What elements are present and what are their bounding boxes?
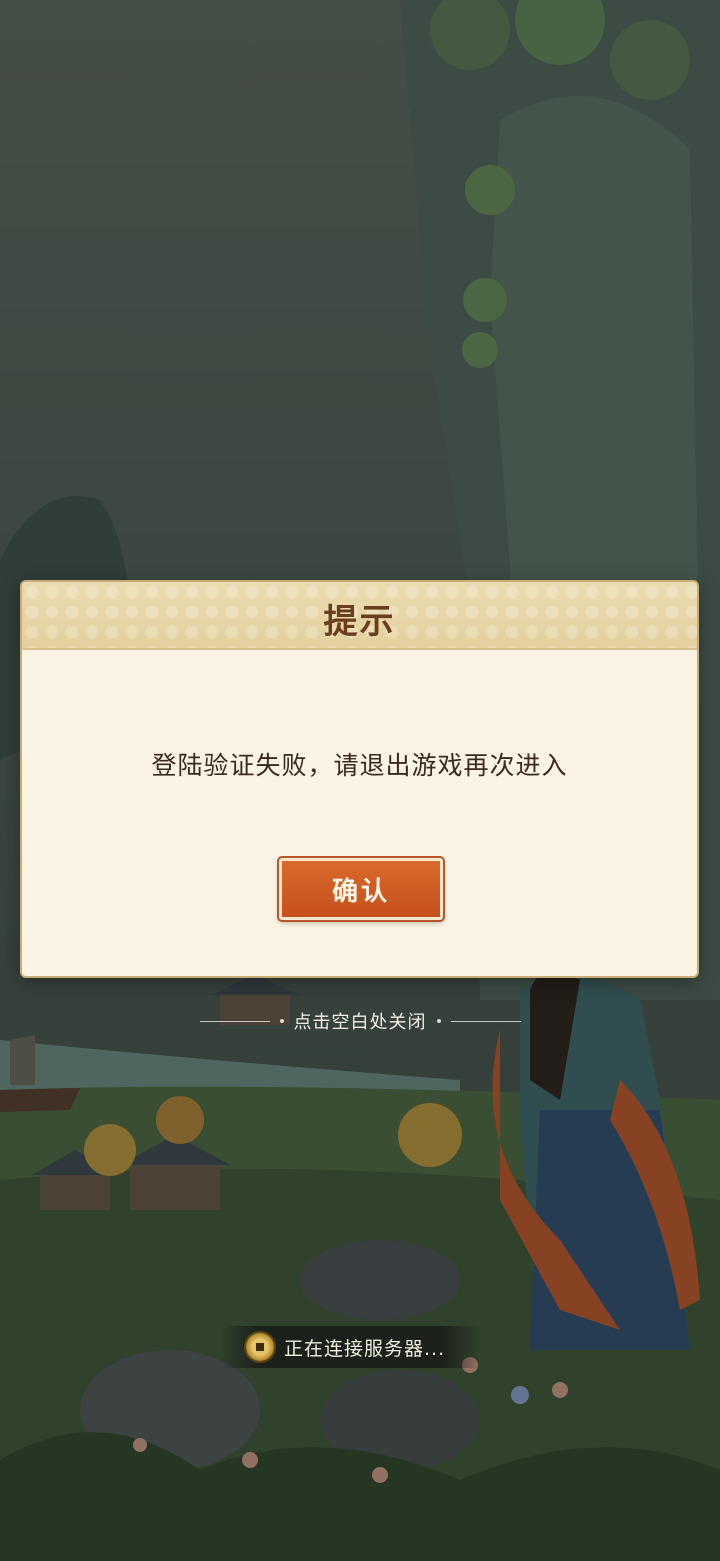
confirm-button[interactable]: 确认 [277,856,445,922]
alert-dialog: 提示 登陆验证失败，请退出游戏再次进入 确认 [20,580,699,978]
hint-dot-right [436,1019,441,1023]
hint-divider-right [450,1020,521,1022]
connection-status: 正在连接服务器... [220,1326,480,1368]
confirm-button-label: 确认 [331,876,390,907]
dialog-message: 登陆验证失败，请退出游戏再次进入 [151,751,568,780]
dismiss-hint: 点击空白处关闭 [0,1008,720,1034]
hint-dot-left [279,1019,284,1023]
dismiss-hint-text: 点击空白处关闭 [293,1012,427,1033]
dialog-title: 提示 [323,602,396,642]
hint-divider-left [199,1020,270,1022]
connection-status-text: 正在连接服务器... [284,1337,446,1360]
coin-icon [246,1333,274,1361]
dialog-header: 提示 [22,582,697,650]
